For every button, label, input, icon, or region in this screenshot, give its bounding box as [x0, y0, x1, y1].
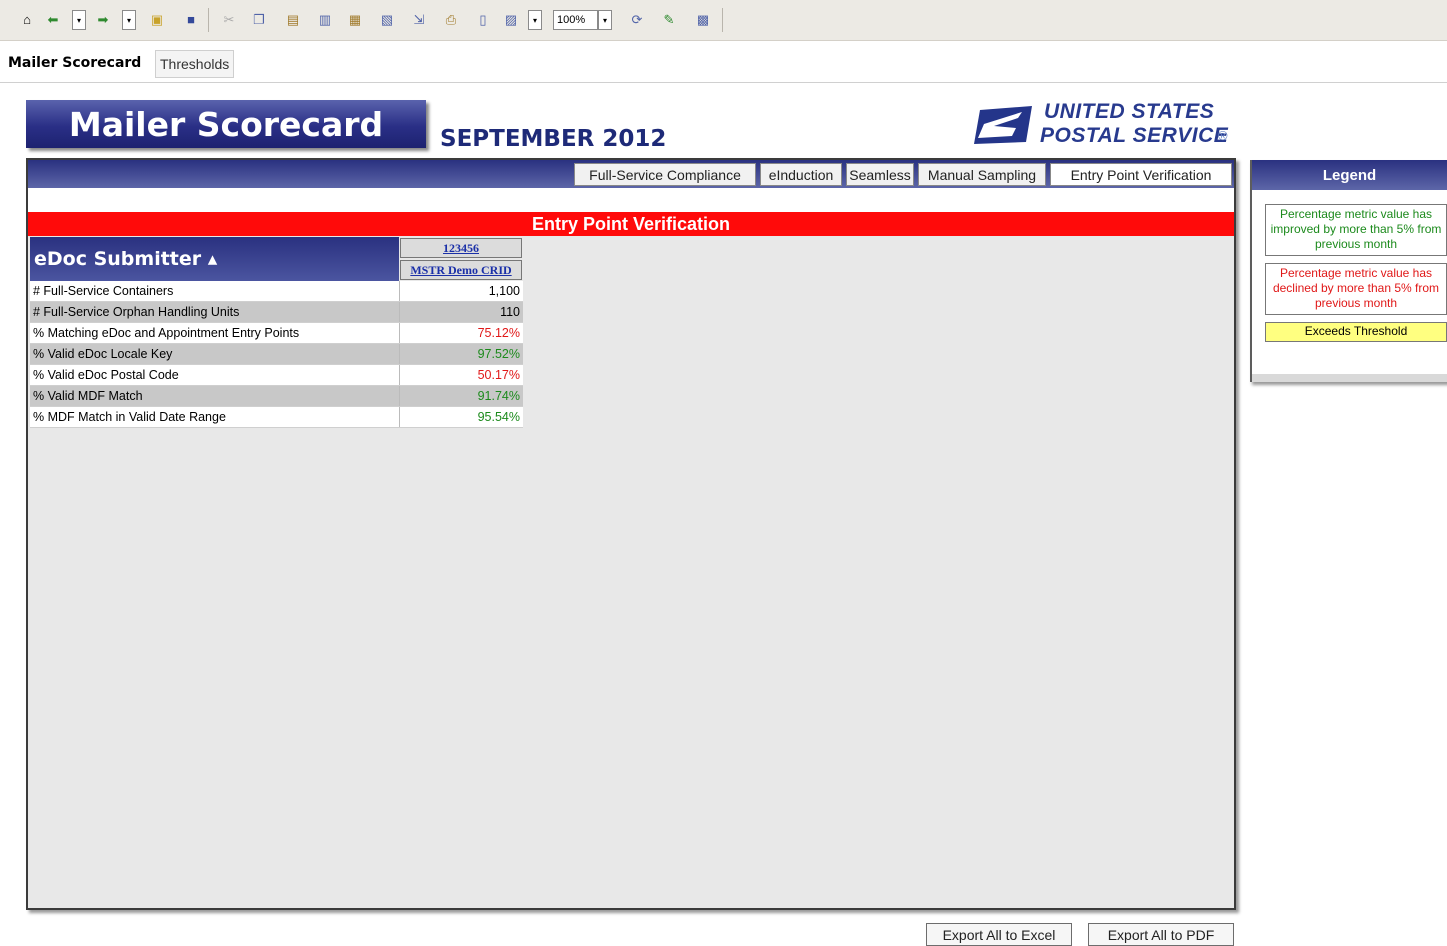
- metric-label: # Full-Service Orphan Handling Units: [30, 302, 400, 322]
- view-dropdown[interactable]: ▾: [528, 10, 542, 30]
- metric-value: 50.17%: [477, 368, 520, 382]
- export-icon[interactable]: ⇲: [410, 9, 428, 29]
- section-title: Entry Point Verification: [28, 212, 1234, 236]
- column-name-link[interactable]: MSTR Demo CRID: [400, 260, 522, 280]
- page-tab-strip: Mailer Scorecard Thresholds: [0, 46, 1447, 83]
- tab-manual-sampling[interactable]: Manual Sampling: [918, 163, 1046, 186]
- metric-label: # Full-Service Containers: [30, 281, 400, 301]
- legend-exceeds-threshold: Exceeds Threshold: [1265, 322, 1447, 342]
- column-crid-link[interactable]: 123456: [400, 238, 522, 258]
- zoom-dropdown[interactable]: ▾: [598, 10, 612, 30]
- report-month: SEPTEMBER 2012: [440, 126, 667, 152]
- document-icon[interactable]: ▯: [474, 9, 492, 29]
- legend-declined: Percentage metric value has declined by …: [1265, 263, 1447, 315]
- metric-label: % Valid eDoc Postal Code: [30, 365, 400, 385]
- back-icon[interactable]: ⬅: [44, 9, 62, 29]
- tab-mailer-scorecard[interactable]: Mailer Scorecard: [4, 50, 146, 76]
- registered-mark: ®: [1218, 128, 1228, 143]
- chart-icon[interactable]: ▩: [694, 9, 712, 29]
- table-row: % Valid MDF Match 91.74%: [30, 386, 523, 407]
- metric-value: 95.54%: [477, 410, 520, 424]
- toolbar: ⌂ ⬅ ▾ ➡ ▾ ▣ ■ ✂ ❐ ▤ ▥ ▦ ▧ ⇲ ⎙ ▯ ▨ ▾ 100%…: [0, 0, 1447, 41]
- tab-einduction[interactable]: eInduction: [760, 163, 842, 186]
- title-banner: Mailer Scorecard: [26, 100, 426, 148]
- table-row: % Matching eDoc and Appointment Entry Po…: [30, 323, 523, 344]
- usps-eagle-logo-icon: [974, 106, 1032, 144]
- cut-icon[interactable]: ✂: [220, 9, 238, 29]
- page-title: Mailer Scorecard: [68, 104, 384, 144]
- paste-icon[interactable]: ▤: [284, 9, 302, 29]
- tab-seamless[interactable]: Seamless: [846, 163, 914, 186]
- export-excel-button[interactable]: Export All to Excel: [926, 923, 1072, 946]
- refresh-icon[interactable]: ⟳: [628, 9, 646, 29]
- page-icon[interactable]: ▦: [346, 9, 364, 29]
- save-icon[interactable]: ■: [182, 9, 200, 29]
- legend-improved: Percentage metric value has improved by …: [1265, 204, 1447, 256]
- logo-text-line1: UNITED STATES: [1044, 100, 1215, 123]
- legend-title: Legend: [1252, 160, 1447, 190]
- tab-thresholds[interactable]: Thresholds: [155, 50, 235, 78]
- forward-dropdown[interactable]: ▾: [122, 10, 136, 30]
- spacer-strip: [28, 188, 1234, 212]
- back-dropdown[interactable]: ▾: [72, 10, 86, 30]
- metric-label: % MDF Match in Valid Date Range: [30, 407, 400, 427]
- table-row: % Valid eDoc Locale Key 97.52%: [30, 344, 523, 365]
- forward-icon[interactable]: ➡: [94, 9, 112, 29]
- tab-full-service-compliance[interactable]: Full-Service Compliance: [574, 163, 756, 186]
- legend-footer: [1252, 374, 1447, 382]
- metric-value: 110: [500, 305, 520, 319]
- home-icon[interactable]: ⌂: [18, 9, 36, 29]
- export-pdf-button[interactable]: Export All to PDF: [1088, 923, 1234, 946]
- tab-entry-point-verification[interactable]: Entry Point Verification: [1050, 163, 1232, 186]
- open-folder-icon[interactable]: ▣: [148, 9, 166, 29]
- metric-value: 97.52%: [477, 347, 520, 361]
- edoc-submitter-header[interactable]: eDoc Submitter ▴: [30, 237, 399, 281]
- metric-label: % Matching eDoc and Appointment Entry Po…: [30, 323, 400, 343]
- metric-value: 1,100: [488, 284, 520, 298]
- page-setup-icon[interactable]: ▧: [378, 9, 396, 29]
- metric-label: % Valid eDoc Locale Key: [30, 344, 400, 364]
- metric-value: 75.12%: [477, 326, 520, 340]
- metric-label: % Valid MDF Match: [30, 386, 400, 406]
- table-row: % MDF Match in Valid Date Range 95.54%: [30, 407, 523, 428]
- zoom-select[interactable]: 100%: [553, 10, 598, 30]
- logo-text-line2: POSTAL SERVICE: [1040, 124, 1229, 147]
- table-row: # Full-Service Orphan Handling Units 110: [30, 302, 523, 323]
- edit-icon[interactable]: ✎: [660, 9, 678, 29]
- view-icon[interactable]: ▨: [502, 9, 520, 29]
- copy-icon[interactable]: ❐: [250, 9, 268, 29]
- table-row: # Full-Service Containers 1,100: [30, 281, 523, 302]
- metric-value: 91.74%: [477, 389, 520, 403]
- print-icon[interactable]: ⎙: [442, 9, 460, 29]
- print-preview-icon[interactable]: ▥: [316, 9, 334, 29]
- table-row: % Valid eDoc Postal Code 50.17%: [30, 365, 523, 386]
